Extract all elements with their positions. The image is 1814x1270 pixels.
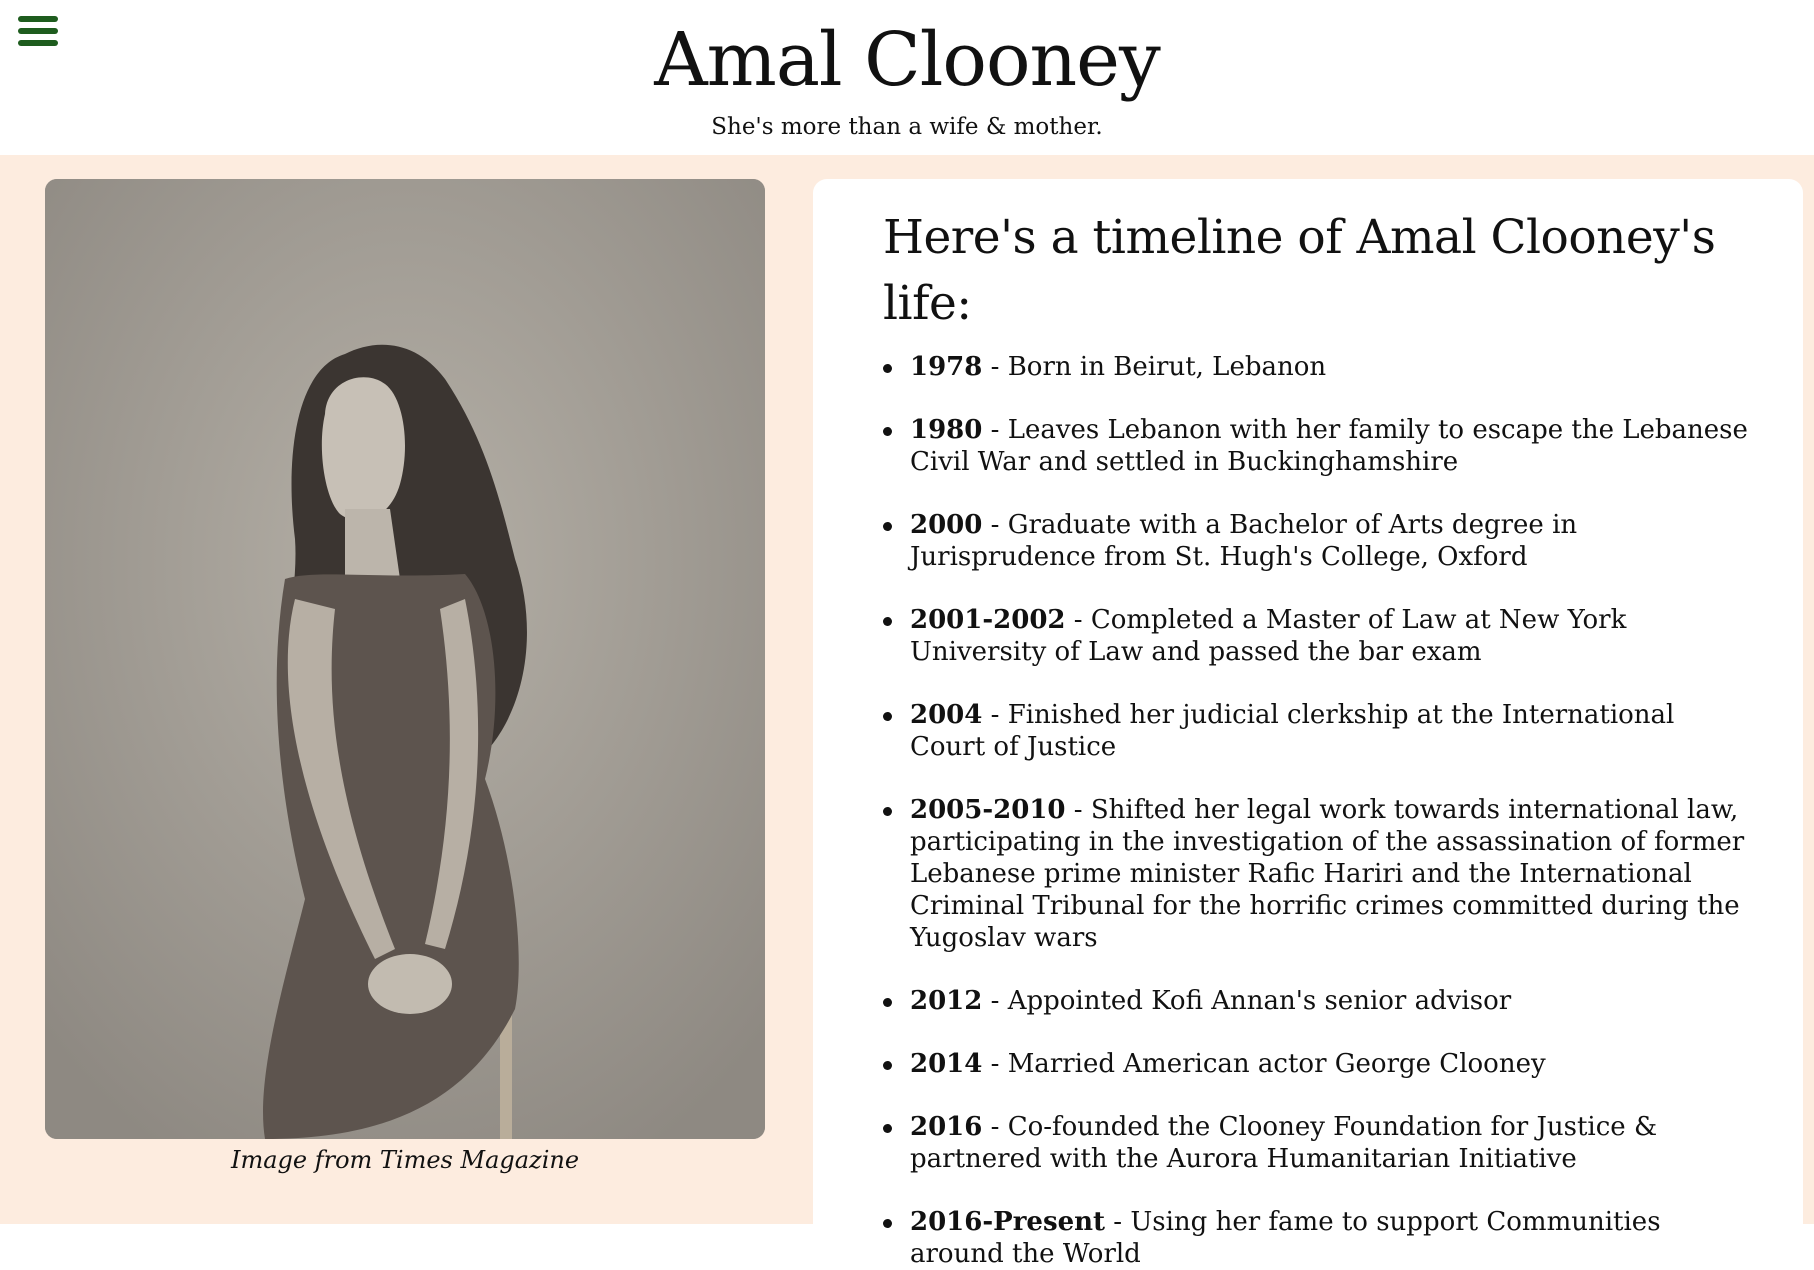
photo-caption: Image from Times Magazine	[230, 1146, 580, 1174]
timeline-item: 2016-Present - Using her fame to support…	[883, 1206, 1755, 1270]
timeline-item: 2014 - Married American actor George Clo…	[883, 1048, 1755, 1080]
timeline-year: 2014	[910, 1049, 983, 1079]
portrait-illustration	[45, 179, 765, 1139]
face	[321, 377, 405, 521]
page-title: Amal Clooney	[654, 17, 1161, 103]
timeline-item: 1978 - Born in Beirut, Lebanon	[883, 351, 1755, 383]
timeline-item: 2012 - Appointed Kofi Annan's senior adv…	[883, 985, 1755, 1017]
timeline-text: - Co-founded the Clooney Foundation for …	[910, 1112, 1658, 1174]
photo-column: Image from Times Magazine	[45, 179, 765, 1175]
timeline-text: - Leaves Lebanon with her family to esca…	[910, 415, 1748, 477]
timeline-text: - Married American actor George Clooney	[982, 1049, 1546, 1079]
timeline-item: 2005-2010 - Shifted her legal work towar…	[883, 794, 1755, 954]
main-content: Image from Times Magazine Here's a timel…	[0, 155, 1814, 1269]
timeline-item: 2004 - Finished her judicial clerkship a…	[883, 699, 1755, 763]
timeline-item: 2016 - Co-founded the Clooney Foundation…	[883, 1111, 1755, 1175]
hands	[368, 954, 452, 1014]
site-header: Amal Clooney She's more than a wife & mo…	[0, 0, 1814, 155]
timeline-text: - Born in Beirut, Lebanon	[982, 352, 1327, 382]
page-tagline: She's more than a wife & mother.	[711, 114, 1103, 140]
timeline-year: 2016	[910, 1112, 983, 1142]
timeline-year: 2012	[910, 986, 983, 1016]
timeline-year: 1980	[910, 415, 983, 445]
timeline-year: 2000	[910, 510, 983, 540]
timeline-list: 1978 - Born in Beirut, Lebanon 1980 - Le…	[883, 351, 1755, 1270]
timeline-text: - Finished her judicial clerkship at the…	[910, 700, 1675, 762]
timeline-year: 2005-2010	[910, 795, 1066, 825]
timeline-year: 2016-Present	[910, 1207, 1106, 1237]
timeline-text: - Appointed Kofi Annan's senior advisor	[982, 986, 1512, 1016]
timeline-item: 2000 - Graduate with a Bachelor of Arts …	[883, 509, 1755, 573]
timeline-year: 2001-2002	[910, 605, 1066, 635]
timeline-item: 2001-2002 - Completed a Master of Law at…	[883, 604, 1755, 668]
timeline-year: 2004	[910, 700, 983, 730]
timeline-year: 1978	[910, 352, 983, 382]
timeline-item: 1980 - Leaves Lebanon with her family to…	[883, 414, 1755, 478]
timeline-heading: Here's a timeline of Amal Clooney's life…	[883, 210, 1716, 331]
timeline-text: - Graduate with a Bachelor of Arts degre…	[910, 510, 1578, 572]
portrait-photo	[45, 179, 765, 1139]
timeline-card: Here's a timeline of Amal Clooney's life…	[813, 179, 1803, 1269]
